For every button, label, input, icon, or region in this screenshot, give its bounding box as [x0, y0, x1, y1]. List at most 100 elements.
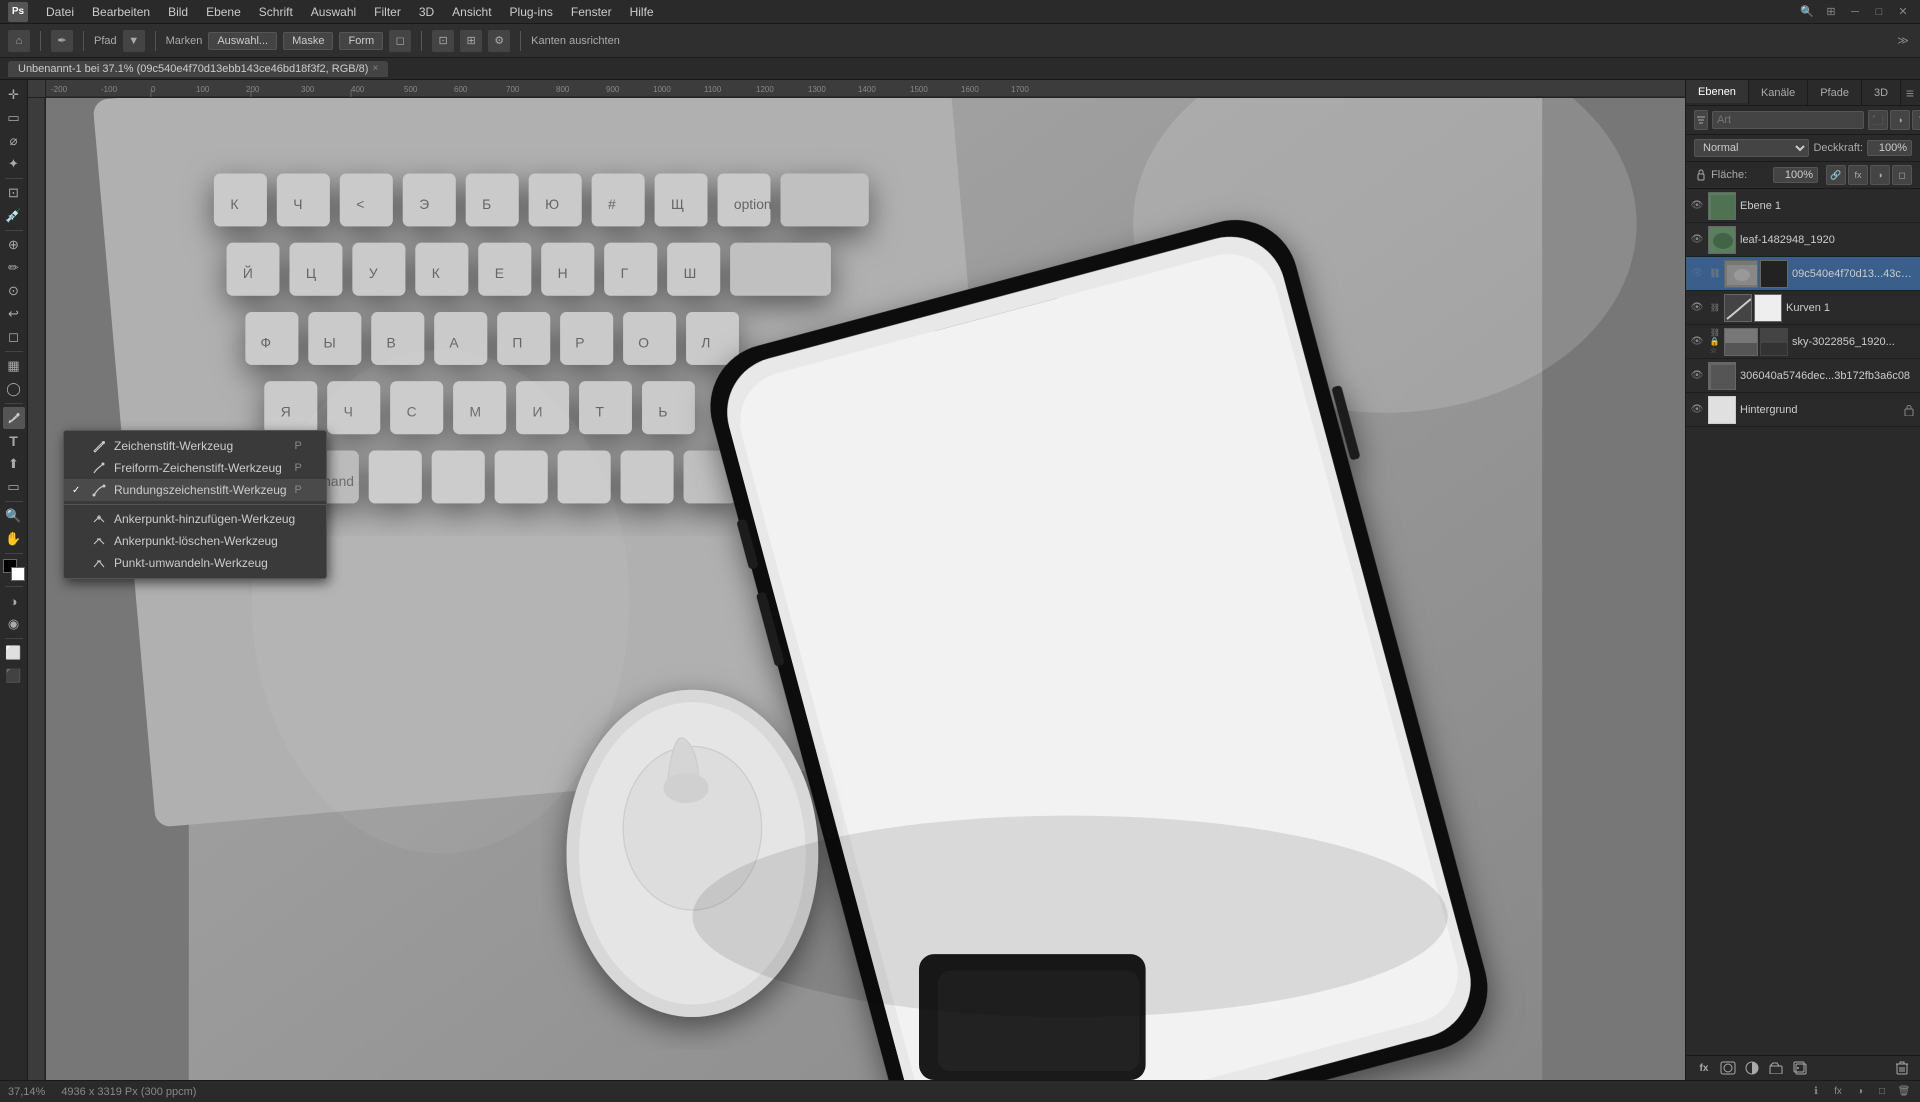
- tool-dodge[interactable]: ◯: [3, 378, 25, 400]
- tool-hand[interactable]: ✋: [3, 528, 25, 550]
- tool-pen[interactable]: [3, 407, 25, 429]
- menu-schrift[interactable]: Schrift: [251, 3, 301, 21]
- document-tab[interactable]: Unbenannt-1 bei 37.1% (09c540e4f70d13ebb…: [8, 61, 388, 77]
- tool-spot-heal[interactable]: ⊕: [3, 234, 25, 256]
- layer-filter-text[interactable]: T: [1912, 110, 1920, 130]
- tool-path-select[interactable]: ⬆: [3, 453, 25, 475]
- tool-layer-mask[interactable]: ◑: [3, 590, 25, 612]
- maske-button[interactable]: Maske: [283, 32, 333, 50]
- home-icon[interactable]: ⌂: [8, 30, 30, 52]
- layer-row-306040[interactable]: 👁 306040a5746dec...3b172fb3a6c08: [1686, 359, 1920, 393]
- tab-3d[interactable]: 3D: [1862, 80, 1901, 105]
- tool-zoom[interactable]: 🔍: [3, 505, 25, 527]
- layer-visibility-sky[interactable]: 👁: [1690, 335, 1704, 349]
- layer-fx-button[interactable]: fx: [1694, 1059, 1714, 1077]
- panel-menu-icon[interactable]: ≡: [1901, 84, 1919, 102]
- layer-group-button[interactable]: [1766, 1059, 1786, 1077]
- minimize-icon[interactable]: ─: [1846, 3, 1864, 21]
- tool-eyedropper[interactable]: 💉: [3, 205, 25, 227]
- status-new-icon[interactable]: □: [1874, 1084, 1890, 1100]
- status-mask-icon[interactable]: ◑: [1852, 1084, 1868, 1100]
- layer-visibility-ebene1[interactable]: 👁: [1690, 199, 1704, 213]
- form-icon[interactable]: ◻: [389, 30, 411, 52]
- layer-smart-icon[interactable]: ◻: [1892, 165, 1912, 185]
- foreground-color[interactable]: [3, 559, 25, 581]
- status-fx-icon[interactable]: fx: [1830, 1084, 1846, 1100]
- layers-search-input[interactable]: [1712, 111, 1864, 129]
- tool-view-fullscreen[interactable]: ⬛: [3, 665, 25, 687]
- layer-delete-button[interactable]: [1892, 1059, 1912, 1077]
- layer-row-sky[interactable]: 👁 ⛓ 🔒 ☆: [1686, 325, 1920, 359]
- layer-new-button[interactable]: [1790, 1059, 1810, 1077]
- tool-select-rect[interactable]: ▭: [3, 107, 25, 129]
- layer-row-hintergrund[interactable]: 👁 Hintergrund: [1686, 393, 1920, 427]
- layer-visibility-306040[interactable]: 👁: [1690, 369, 1704, 383]
- menu-fenster[interactable]: Fenster: [563, 3, 620, 21]
- menu-bild[interactable]: Bild: [160, 3, 196, 21]
- tool-quick-mask[interactable]: ◉: [3, 613, 25, 635]
- tool-move[interactable]: ✛: [3, 84, 25, 106]
- tool-view-standard[interactable]: ⬜: [3, 642, 25, 664]
- opacity-input[interactable]: [1867, 140, 1912, 156]
- tab-ebenen[interactable]: Ebenen: [1686, 80, 1749, 105]
- layer-row-photo[interactable]: 👁 ⛓: [1686, 257, 1920, 291]
- layer-adjustment-button[interactable]: [1742, 1059, 1762, 1077]
- tool-history-brush[interactable]: ↩: [3, 303, 25, 325]
- layer-row-ebene1[interactable]: 👁 Ebene 1: [1686, 189, 1920, 223]
- tool-crop[interactable]: ⊡: [3, 182, 25, 204]
- fill-input[interactable]: [1773, 167, 1818, 183]
- menu-3d[interactable]: 3D: [411, 3, 442, 21]
- status-info-icon[interactable]: ℹ: [1808, 1084, 1824, 1100]
- menu-plugins[interactable]: Plug-ins: [502, 3, 561, 21]
- tool-shape[interactable]: ▭: [3, 476, 25, 498]
- tool-magic-wand[interactable]: ✦: [3, 153, 25, 175]
- ctx-curvature-pen[interactable]: ✓ Rundungszeichenstift-Werkzeug P: [64, 479, 326, 501]
- ctx-delete-anchor[interactable]: Ankerpunkt-löschen-Werkzeug: [64, 530, 326, 552]
- layer-visibility-kurven[interactable]: 👁: [1690, 301, 1704, 315]
- tab-pfade[interactable]: Pfade: [1808, 80, 1862, 105]
- menu-ansicht[interactable]: Ansicht: [444, 3, 499, 21]
- menu-bearbeiten[interactable]: Bearbeiten: [84, 3, 158, 21]
- form-button[interactable]: Form: [339, 32, 383, 50]
- tool-eraser[interactable]: ◻: [3, 326, 25, 348]
- align-icon[interactable]: ⊡: [432, 30, 454, 52]
- layer-visibility-hintergrund[interactable]: 👁: [1690, 403, 1704, 417]
- status-trash-icon[interactable]: 🗑: [1896, 1084, 1912, 1100]
- ctx-add-anchor[interactable]: Ankerpunkt-hinzufügen-Werkzeug: [64, 508, 326, 530]
- settings-icon[interactable]: ⚙: [488, 30, 510, 52]
- layer-filter-adjust[interactable]: ◑: [1890, 110, 1910, 130]
- layer-filter-pixel[interactable]: ⬛: [1868, 110, 1888, 130]
- tab-close-button[interactable]: ×: [372, 63, 378, 74]
- layer-mask-icon[interactable]: ◑: [1870, 165, 1890, 185]
- layer-visibility-photo[interactable]: 👁: [1690, 267, 1704, 281]
- path-dropdown-icon[interactable]: ▼: [123, 30, 145, 52]
- layer-row-kurven[interactable]: 👁 ⛓: [1686, 291, 1920, 325]
- toolbar-extra-icon[interactable]: ≫: [1894, 32, 1912, 50]
- ctx-freeform-pen[interactable]: Freiform-Zeichenstift-Werkzeug P: [64, 457, 326, 479]
- tab-kanaele[interactable]: Kanäle: [1749, 80, 1808, 105]
- maximize-icon[interactable]: □: [1870, 3, 1888, 21]
- search-icon[interactable]: 🔍: [1798, 3, 1816, 21]
- layer-fx-icon[interactable]: fx: [1848, 165, 1868, 185]
- brush-type-icon[interactable]: ✒: [51, 30, 73, 52]
- blend-mode-select[interactable]: Normal: [1694, 139, 1809, 157]
- close-icon[interactable]: ✕: [1894, 3, 1912, 21]
- canvas-content[interactable]: К Ч < Э Б Ю # Щ option Й Ц У К Е: [46, 98, 1685, 1080]
- menu-auswahl[interactable]: Auswahl: [303, 3, 364, 21]
- layer-visibility-leaf[interactable]: 👁: [1690, 233, 1704, 247]
- menu-filter[interactable]: Filter: [366, 3, 409, 21]
- tool-text[interactable]: T: [3, 430, 25, 452]
- layer-add-mask-button[interactable]: [1718, 1059, 1738, 1077]
- layer-link-icon[interactable]: 🔗: [1826, 165, 1846, 185]
- ctx-pen-tool[interactable]: Zeichenstift-Werkzeug P: [64, 435, 326, 457]
- tool-brush[interactable]: ✏: [3, 257, 25, 279]
- menu-datei[interactable]: Datei: [38, 3, 82, 21]
- menu-ebene[interactable]: Ebene: [198, 3, 249, 21]
- layers-search-type-button[interactable]: [1694, 110, 1708, 130]
- tool-gradient[interactable]: ▦: [3, 355, 25, 377]
- ctx-convert-point[interactable]: Punkt-umwandeln-Werkzeug: [64, 552, 326, 574]
- layer-row-leaf[interactable]: 👁 leaf-1482948_1920: [1686, 223, 1920, 257]
- menu-hilfe[interactable]: Hilfe: [622, 3, 662, 21]
- tool-lasso[interactable]: ⌀: [3, 130, 25, 152]
- workspace-icon[interactable]: ⊞: [1822, 3, 1840, 21]
